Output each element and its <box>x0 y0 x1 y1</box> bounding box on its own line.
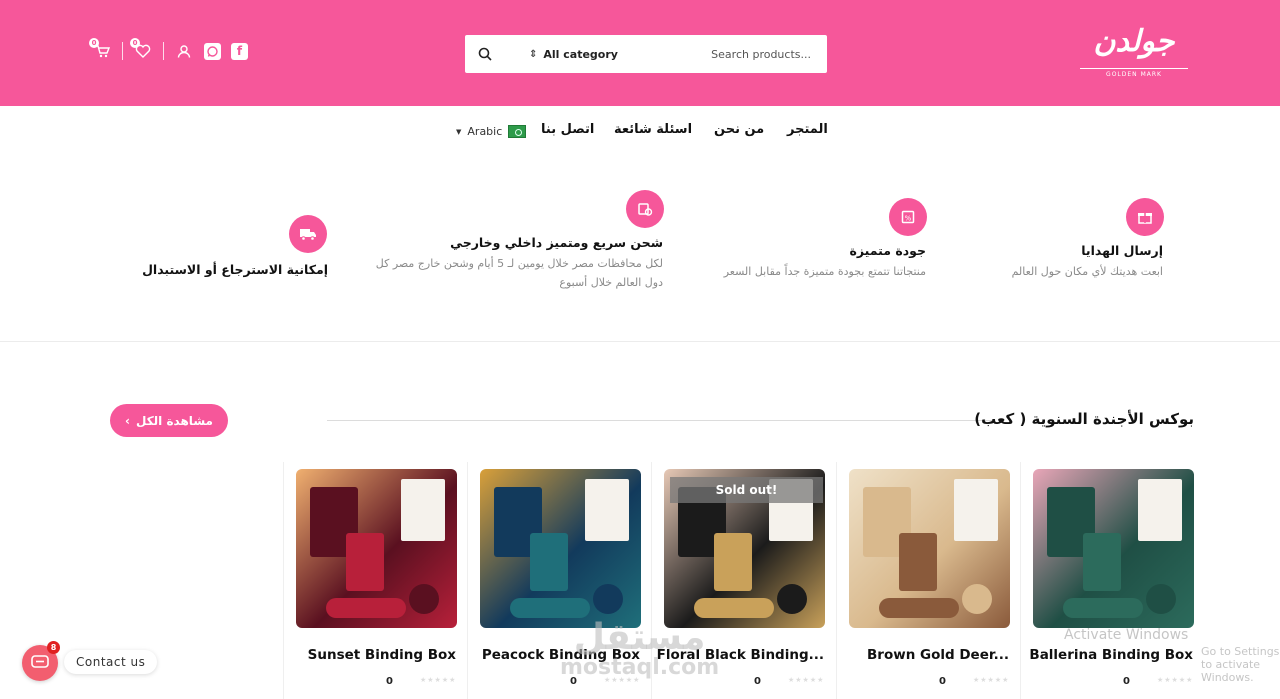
feature-returns: إمكانية الاسترجاع أو الاستبدال <box>68 262 328 281</box>
activate-windows-notice: Activate Windows Go to Settings to activ… <box>1064 627 1280 684</box>
rating-stars-icon: ★★★★★ <box>420 676 457 684</box>
nav-item-contact[interactable]: اتصل بنا <box>541 122 594 137</box>
product-name[interactable]: Brown Gold Deer... <box>839 647 1009 663</box>
sold-out-badge: Sold out! <box>670 477 823 503</box>
main-nav: المتجر من نحن اسئلة شائعة اتصل بنا <box>0 122 1280 142</box>
gift-icon <box>1126 198 1164 236</box>
product-image[interactable] <box>296 469 457 628</box>
category-label: All category <box>543 47 618 61</box>
rating-stars-icon: ★★★★★ <box>788 676 825 684</box>
logo[interactable]: جولدن GOLDEN MARK <box>1080 22 1188 86</box>
feature-title: إمكانية الاسترجاع أو الاستبدال <box>142 262 328 277</box>
nav-item-shop[interactable]: المتجر <box>787 122 828 137</box>
language-label: Arabic <box>467 125 503 138</box>
header-icons: 0 0 f <box>89 38 248 61</box>
product-price: 0 <box>754 676 761 687</box>
feature-shipping: شحن سريع ومتميز داخلي وخارجي لكل محافظات… <box>363 235 663 292</box>
logo-mark: جولدن <box>1093 24 1175 59</box>
arrow-left-icon: ‹ <box>125 413 130 428</box>
divider <box>122 42 123 60</box>
contact-us-label[interactable]: Contact us <box>64 650 158 674</box>
account-button[interactable] <box>174 41 194 61</box>
language-switcher[interactable]: ▼ Arabic <box>456 125 527 138</box>
wishlist-button[interactable]: 0 <box>130 38 153 61</box>
product-image[interactable] <box>480 469 641 628</box>
product-name[interactable]: Sunset Binding Box <box>286 647 456 663</box>
feature-title: جودة متميزة <box>849 243 926 258</box>
chat-notification-badge: 8 <box>47 641 60 654</box>
whatsapp-icon[interactable] <box>204 42 221 60</box>
truck-icon <box>289 215 327 253</box>
product-card[interactable]: Sunset Binding Box 0 ★★★★★ <box>283 462 468 699</box>
watermark-ar: مستقل <box>573 617 706 658</box>
product-image[interactable]: Sold out! <box>664 469 825 628</box>
view-all-button[interactable]: ‹ مشاهدة الكل <box>110 404 228 437</box>
watermark: مستقل mostaql.com <box>560 620 719 680</box>
svg-text:%: % <box>905 215 912 223</box>
facebook-icon[interactable]: f <box>231 42 248 60</box>
category-select[interactable]: ⇕ All category <box>529 48 618 61</box>
product-image[interactable] <box>1033 469 1194 628</box>
rating-stars-icon: ★★★★★ <box>973 676 1010 684</box>
feature-title: إرسال الهدايا <box>1081 243 1163 258</box>
watermark-en: mostaql.com <box>560 655 720 680</box>
section-divider <box>0 341 1280 342</box>
nav-item-about[interactable]: من نحن <box>714 122 764 137</box>
product-image[interactable] <box>849 469 1010 628</box>
shipping-icon <box>626 190 664 228</box>
quality-icon: % <box>889 198 927 236</box>
feature-desc: ابعت هديتك لأي مكان حول العالم <box>1011 265 1163 278</box>
header-bar: جولدن GOLDEN MARK ⇕ All category 0 0 f <box>0 0 1280 106</box>
divider <box>163 42 164 60</box>
activate-subtitle: Go to Settings to activate Windows. <box>1201 645 1280 684</box>
feature-quality: جودة متميزة منتجاتنا تتمتع بجودة متميزة … <box>646 243 926 281</box>
product-card[interactable]: Brown Gold Deer... 0 ★★★★★ <box>836 462 1021 699</box>
dropdown-arrow-icon: ▼ <box>456 127 462 136</box>
product-price: 0 <box>386 676 393 687</box>
wishlist-count-badge: 0 <box>130 38 140 48</box>
feature-title: شحن سريع ومتميز داخلي وخارجي <box>450 235 663 250</box>
product-price: 0 <box>939 676 946 687</box>
cart-count-badge: 0 <box>89 38 99 48</box>
chat-icon <box>31 655 49 668</box>
section-title: بوكس الأجندة السنوية ( كعب) <box>974 410 1194 428</box>
chevron-updown-icon: ⇕ <box>529 48 538 60</box>
cart-button[interactable]: 0 <box>89 38 112 61</box>
search-input[interactable] <box>617 47 827 61</box>
section-line <box>327 420 992 421</box>
logo-subtitle: GOLDEN MARK <box>1080 68 1188 78</box>
search-bar: ⇕ All category <box>465 35 827 73</box>
feature-desc: لكل محافظات مصر خلال يومين لـ 5 أيام وشح… <box>375 257 663 289</box>
activate-title: Activate Windows <box>1064 627 1189 643</box>
user-icon <box>177 45 191 58</box>
flag-icon <box>508 125 527 138</box>
search-icon[interactable] <box>465 35 505 73</box>
nav-item-faq[interactable]: اسئلة شائعة <box>614 122 692 137</box>
feature-desc: منتجاتنا تتمتع بجودة متميزة جداً مقابل ا… <box>723 265 926 278</box>
feature-gifts: إرسال الهدايا ابعت هديتك لأي مكان حول ال… <box>903 243 1163 281</box>
view-all-label: مشاهدة الكل <box>135 413 213 428</box>
